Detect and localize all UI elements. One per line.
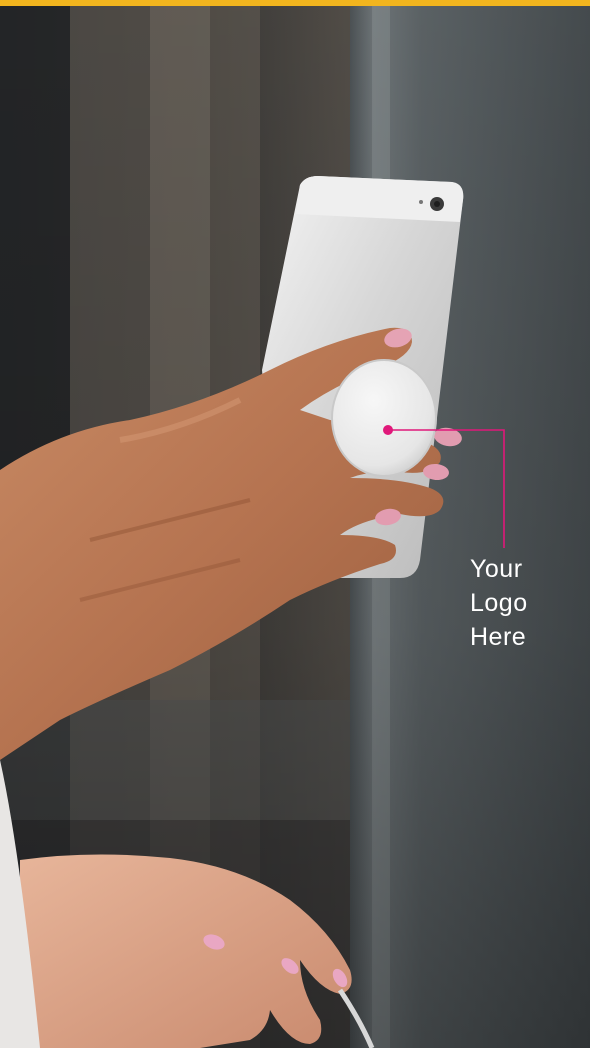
phone-grip [331, 359, 437, 477]
callout-line-1: Your [470, 555, 523, 583]
callout-line-3: Here [470, 623, 527, 651]
product-image-frame: Your Logo Here [0, 0, 590, 1048]
callout-label: Your Logo Here [470, 552, 580, 654]
callout-line-2: Logo [470, 589, 528, 617]
product-photo [0, 0, 590, 1048]
